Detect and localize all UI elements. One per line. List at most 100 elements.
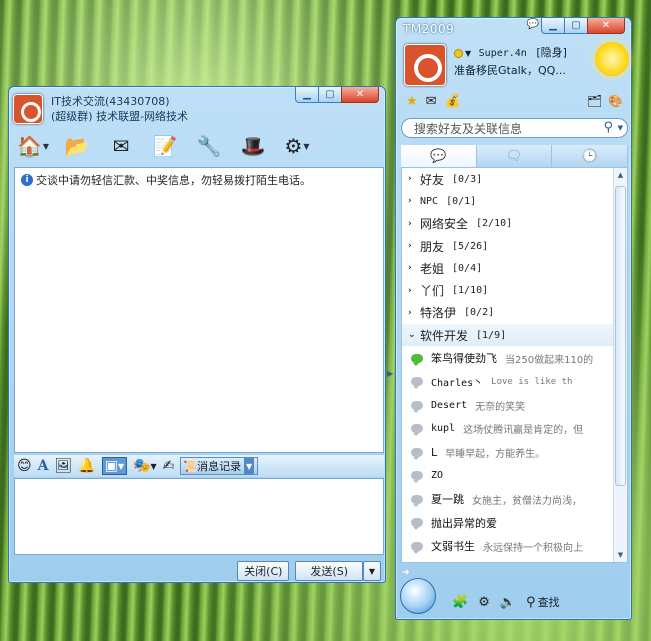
group-name: 丫们 [420,284,445,299]
app-manager-icon[interactable]: 🗂 [587,94,602,108]
scroll-up-icon[interactable]: ▲ [614,168,627,182]
chevron-down-icon[interactable]: ▼ [618,124,623,132]
group-name: 朋友 [420,239,445,254]
group-avatar[interactable] [13,94,43,124]
group-software-dev[interactable]: ⌄ 软件开发 [1/9] [402,324,627,347]
group-pals[interactable]: › 朋友 [5/26] [402,235,627,257]
search-input[interactable]: 搜索好友及关联信息 ⚲ ▼ [401,118,628,138]
contact-item[interactable]: 笨鸟得使劲飞 当250做起来110的 [402,346,627,370]
emoticon-button[interactable]: 😊 [17,458,32,474]
contact-item[interactable]: L 早睡早起，方能养生。 [402,440,627,464]
wallet-icon[interactable]: 💰 [445,94,461,109]
group-admin-button[interactable]: 🎩 [233,131,273,161]
message-history-button[interactable]: 📜 消息记录 ▼ [180,457,259,475]
contact-name: Charles丶 [431,378,484,390]
group-notes-button[interactable]: 📝 [145,131,185,161]
minimize-button[interactable]: ▁ [541,18,565,34]
group-girls[interactable]: › 丫们 [1/10] [402,279,627,301]
group-count: [0/2] [464,307,495,319]
group-mail-button[interactable]: ✉ [101,131,141,161]
message-box-icon[interactable]: 💬 [527,19,539,30]
tab-groups[interactable]: 🗨 [476,145,553,167]
group-friends[interactable]: › 好友 [0/3] [402,168,627,190]
main-menu-orb[interactable] [400,578,436,614]
quick-reply-button[interactable]: ✍ [163,458,175,474]
contact-item[interactable]: kupl 这场仗腾讯赢是肯定的，但 [402,417,627,441]
close-window-button[interactable]: ✕ [341,87,379,103]
send-options-button[interactable]: ▼ [363,561,381,581]
chevron-down-icon[interactable]: ▼ [465,49,471,58]
group-tools-button[interactable]: 🔧 [189,131,229,161]
reply-icon: ✍ [162,458,175,474]
contact-item[interactable]: ZO [402,464,627,488]
message-input-area[interactable] [14,478,384,555]
settings-gear-icon[interactable]: ⚙ [478,595,490,610]
mail-icon[interactable]: ✉ [426,94,437,109]
contact-signature: 无奈的笑笑 [475,401,526,413]
chevron-right-icon: › [408,218,412,229]
status-icon[interactable] [454,48,463,58]
contact-name: Desert [431,399,468,411]
chevron-right-icon: › [408,307,412,318]
contact-item[interactable]: Desert 无奈的笑笑 [402,393,627,417]
recent-clock-icon: 🕒 [581,148,598,164]
tab-recent[interactable]: 🕒 [552,145,629,167]
image-button[interactable]: 🖼 [54,458,72,474]
maximize-button[interactable]: ▢ [318,87,342,103]
home-icon: 🏠 [16,134,42,158]
contact-item[interactable]: 夏一跳 女施主，贫僧法力尚浅， [402,487,627,511]
color-skin-icon[interactable]: 🎨 [608,94,623,108]
group-sisters[interactable]: › 老姐 [0/4] [402,257,627,279]
close-window-button[interactable]: ✕ [587,18,625,34]
puzzle-icon[interactable]: 🧩 [452,595,468,610]
group-count: [2/10] [476,218,513,230]
group-count: [1/9] [476,329,507,341]
buddy-list-scrollbar[interactable]: ▲ ▼ [613,168,627,562]
history-icon: 📜 [183,459,198,473]
speaker-icon[interactable]: 🔈 [500,595,516,610]
message-display-area[interactable]: i 交谈中请勿轻信汇款、中奖信息，勿轻易拨打陌生电话。 [14,167,384,453]
contact-item[interactable]: 抛出异常的爱 [402,511,627,535]
font-button[interactable]: A [38,458,49,474]
screenshot-button[interactable]: ▣ ▼ [101,457,128,475]
group-files-button[interactable]: 📂 [57,131,97,161]
maximize-button[interactable]: ▢ [564,18,588,34]
chevron-right-icon[interactable]: ▶ [387,369,393,378]
contact-item[interactable]: 文弱书生 永远保持一个积极向上 [402,534,627,558]
scrollbar-thumb[interactable] [615,186,626,486]
footer-icons: 🧩 ⚙ 🔈 ⚲ 查找 [452,594,560,611]
search-icon[interactable]: ⚲ [603,120,613,135]
search-icon: ⚲ [526,595,536,610]
scroll-down-icon[interactable]: ▼ [614,548,627,562]
font-a-icon: A [37,458,49,474]
face-effects-button[interactable]: 🎭 ▼ [133,458,157,474]
chat-toolbar: 🏠 ▼ 📂 ✉ 📝 🔧 🎩 ⚙ ▼ [13,131,317,161]
group-network-security[interactable]: › 网络安全 [2/10] [402,213,627,235]
contact-name: 文弱书生 [431,540,475,554]
tab-contacts[interactable]: 💬 [401,145,477,167]
user-signature[interactable]: 准备移民Gtalk，QQ... [454,62,567,79]
shake-button[interactable]: 🔔 [78,458,95,474]
group-trojan[interactable]: › 特洛伊 [0/2] [402,302,627,324]
qq-footer: ➜ 🧩 ⚙ 🔈 ⚲ 查找 [396,566,631,620]
qq-main-window: TM2009 💬 ▁ ▢ ✕ ▼ Super.4n [隐身] 准备移民Gtalk… [395,17,632,620]
star-icon[interactable]: ★ [406,94,418,109]
send-button[interactable]: 发送(S) [295,561,363,581]
group-name: 网络安全 [420,217,469,232]
contact-item[interactable]: Charles丶 Love is like th [402,370,627,394]
group-settings-button[interactable]: ⚙ ▼ [277,131,317,161]
group-home-button[interactable]: 🏠 ▼ [13,131,53,161]
close-chat-button[interactable]: 关闭(C) [237,561,290,581]
find-button[interactable]: ⚲ 查找 [526,594,560,610]
qq-title-buttons: ▁ ▢ ✕ [541,18,625,34]
group-npc[interactable]: › NPC [0/1] [402,190,627,212]
search-placeholder: 搜索好友及关联信息 [414,121,523,136]
expand-arrow-icon[interactable]: ➜ [402,568,410,578]
security-notice: i 交谈中请勿轻信汇款、中奖信息，勿轻易拨打陌生电话。 [21,172,377,188]
contacts-bubble-icon: 💬 [430,148,447,164]
user-avatar[interactable] [404,44,446,86]
security-notice-text: 交谈中请勿轻信汇款、中奖信息，勿轻易拨打陌生电话。 [36,174,311,187]
chevron-down-icon[interactable]: ▼ [244,458,255,474]
offline-status-icon [411,494,423,507]
weather-sun-icon[interactable] [595,42,629,76]
